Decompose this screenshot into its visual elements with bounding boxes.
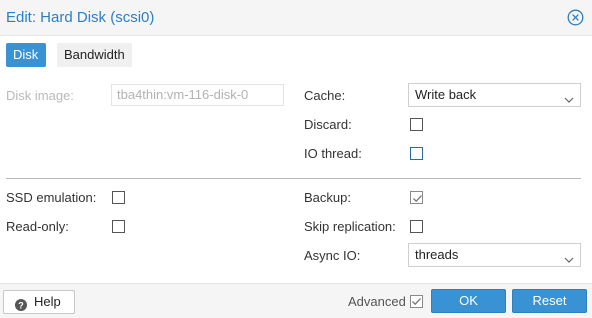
disk-image-field: tba4thin:vm-116-disk-0 <box>111 84 284 106</box>
chevron-down-icon[interactable] <box>564 90 574 103</box>
cache-label: Cache: <box>304 88 346 103</box>
advanced-label: Advanced <box>348 294 406 309</box>
tab-bar: Disk Bandwidth <box>0 36 592 69</box>
async-io-label: Async IO: <box>304 248 361 263</box>
io-thread-checkbox[interactable] <box>410 147 423 160</box>
ssd-emulation-checkbox[interactable] <box>112 191 125 204</box>
skip-replication-label: Skip replication: <box>304 219 396 234</box>
discard-label: Discard: <box>304 117 352 132</box>
cache-value: Write back <box>415 87 477 102</box>
divider <box>6 178 581 179</box>
read-only-checkbox[interactable] <box>112 220 125 233</box>
tab-bandwidth[interactable]: Bandwidth <box>57 43 132 67</box>
tab-disk-label: Disk <box>13 47 39 62</box>
disk-image-label: Disk image: <box>6 88 74 103</box>
dialog-title: Edit: Hard Disk (scsi0) <box>6 9 155 26</box>
ok-button[interactable]: OK <box>431 289 506 313</box>
help-button-label: Help <box>34 294 61 309</box>
checkmark-icon <box>413 195 422 203</box>
tab-disk[interactable]: Disk <box>6 43 46 67</box>
chevron-down-icon[interactable] <box>564 250 574 263</box>
ssd-emulation-label: SSD emulation: <box>6 190 97 205</box>
discard-checkbox[interactable] <box>410 118 423 131</box>
async-io-select[interactable]: threads <box>408 243 581 267</box>
dialog-footer: ? Help Advanced OK Reset <box>0 283 592 318</box>
help-icon: ? <box>15 296 27 311</box>
cache-select[interactable]: Write back <box>408 83 581 107</box>
checkmark-icon <box>412 298 421 306</box>
io-thread-label: IO thread: <box>304 146 362 161</box>
backup-label: Backup: <box>304 190 351 205</box>
advanced-checkbox[interactable] <box>410 295 423 308</box>
help-button[interactable]: ? Help <box>3 290 75 314</box>
reset-button[interactable]: Reset <box>512 289 587 313</box>
async-io-value: threads <box>415 247 459 262</box>
svg-text:?: ? <box>18 300 24 310</box>
tab-bandwidth-label: Bandwidth <box>64 47 125 62</box>
dialog-titlebar: Edit: Hard Disk (scsi0) <box>0 0 592 36</box>
skip-replication-checkbox[interactable] <box>410 220 423 233</box>
read-only-label: Read-only: <box>6 219 69 234</box>
close-icon[interactable] <box>567 9 584 26</box>
backup-checkbox[interactable] <box>410 191 423 204</box>
